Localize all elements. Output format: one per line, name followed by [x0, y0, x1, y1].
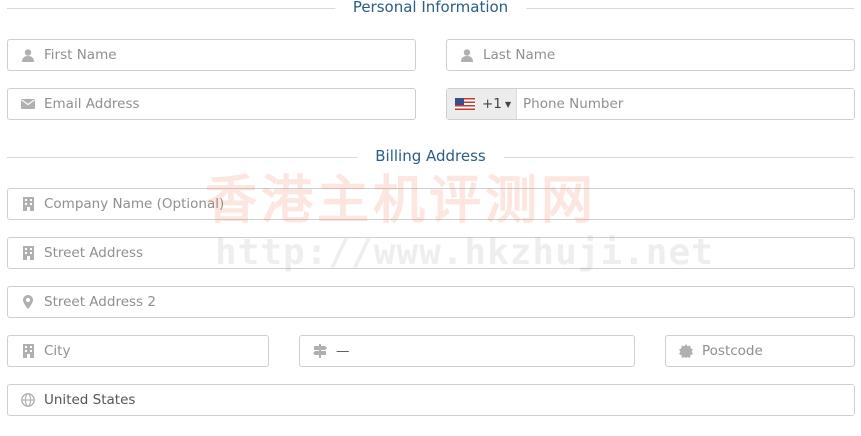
first-name-field[interactable]: First Name [7, 39, 416, 71]
country-code-selector[interactable]: +1 ▼ [447, 89, 517, 119]
billing-address-divider: Billing Address [7, 147, 854, 169]
street-address-2-placeholder: Street Address 2 [44, 294, 156, 310]
street-address-2-field[interactable]: Street Address 2 [7, 286, 855, 318]
email-placeholder: Email Address [44, 96, 140, 112]
last-name-placeholder: Last Name [483, 47, 556, 63]
envelope-icon [21, 97, 35, 111]
building-icon [21, 344, 35, 358]
personal-info-title: Personal Information [334, 0, 527, 16]
signpost-icon [313, 344, 327, 358]
chevron-down-icon: ▼ [505, 100, 512, 109]
first-name-placeholder: First Name [44, 47, 117, 63]
phone-placeholder: Phone Number [523, 96, 624, 112]
postcode-placeholder: Postcode [702, 343, 763, 359]
user-icon [21, 48, 35, 62]
company-name-field[interactable]: Company Name (Optional) [7, 188, 855, 220]
building-icon [21, 246, 35, 260]
postcode-field[interactable]: Postcode [665, 335, 855, 367]
us-flag-icon [455, 98, 475, 110]
phone-field[interactable]: +1 ▼ Phone Number [446, 88, 855, 120]
certificate-icon [679, 344, 693, 358]
building-icon [21, 197, 35, 211]
country-value: United States [44, 392, 136, 408]
billing-address-title: Billing Address [357, 147, 504, 165]
street-address-placeholder: Street Address [44, 245, 144, 261]
globe-icon [21, 393, 35, 407]
city-placeholder: City [44, 343, 71, 359]
state-value: — [336, 343, 350, 359]
company-placeholder: Company Name (Optional) [44, 196, 225, 212]
state-select[interactable]: — [299, 335, 635, 367]
dial-code: +1 [482, 96, 502, 112]
email-field[interactable]: Email Address [7, 88, 416, 120]
country-select[interactable]: United States [7, 384, 855, 416]
last-name-field[interactable]: Last Name [446, 39, 855, 71]
personal-info-divider: Personal Information [7, 0, 854, 20]
street-address-field[interactable]: Street Address [7, 237, 855, 269]
city-field[interactable]: City [7, 335, 269, 367]
map-marker-icon [21, 295, 35, 309]
user-icon [460, 48, 474, 62]
